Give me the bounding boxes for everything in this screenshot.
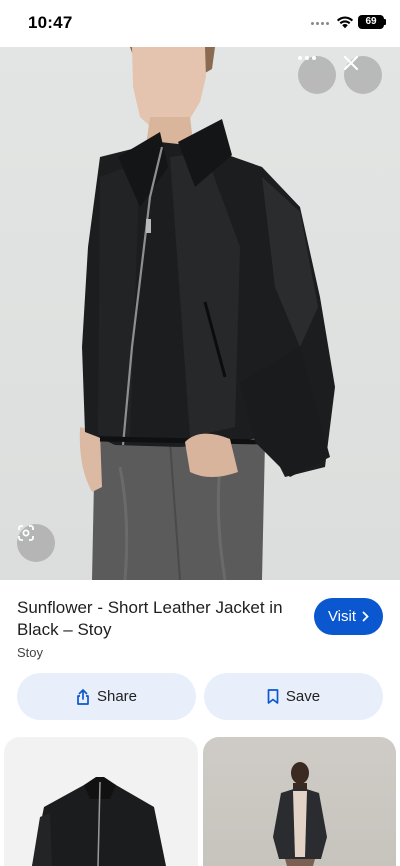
chevron-right-icon bbox=[362, 611, 369, 622]
visit-label: Visit bbox=[327, 608, 357, 625]
status-bar: 10:47 69 bbox=[0, 0, 400, 47]
save-label: Save bbox=[285, 688, 321, 705]
close-button[interactable] bbox=[344, 56, 382, 94]
jacket-photo bbox=[79, 47, 335, 580]
close-icon bbox=[344, 56, 358, 70]
share-icon bbox=[77, 688, 89, 705]
product-source: Stoy bbox=[17, 645, 44, 660]
more-options-button[interactable] bbox=[298, 56, 336, 94]
wifi-icon bbox=[336, 16, 354, 29]
visit-button[interactable]: Visit bbox=[314, 598, 383, 635]
bookmark-icon bbox=[267, 689, 279, 704]
related-model-image bbox=[273, 762, 327, 866]
product-title[interactable]: Sunflower - Short Leather Jacket in Blac… bbox=[17, 597, 302, 641]
share-label: Share bbox=[96, 688, 138, 705]
share-button[interactable]: Share bbox=[17, 673, 196, 720]
signal-dots-icon bbox=[311, 22, 331, 26]
more-horizontal-icon bbox=[298, 56, 316, 60]
related-result-card[interactable] bbox=[203, 737, 396, 866]
battery-cap bbox=[384, 19, 386, 25]
lens-icon bbox=[18, 525, 34, 541]
status-time: 10:47 bbox=[28, 13, 73, 32]
lens-button[interactable] bbox=[17, 524, 55, 562]
save-button[interactable]: Save bbox=[204, 673, 383, 720]
related-result-card[interactable] bbox=[4, 737, 198, 866]
battery-indicator: 69 bbox=[358, 15, 384, 29]
related-jacket-image bbox=[32, 777, 166, 866]
product-info: Sunflower - Short Leather Jacket in Blac… bbox=[0, 580, 400, 730]
related-results bbox=[0, 737, 400, 866]
product-image[interactable] bbox=[0, 47, 400, 580]
